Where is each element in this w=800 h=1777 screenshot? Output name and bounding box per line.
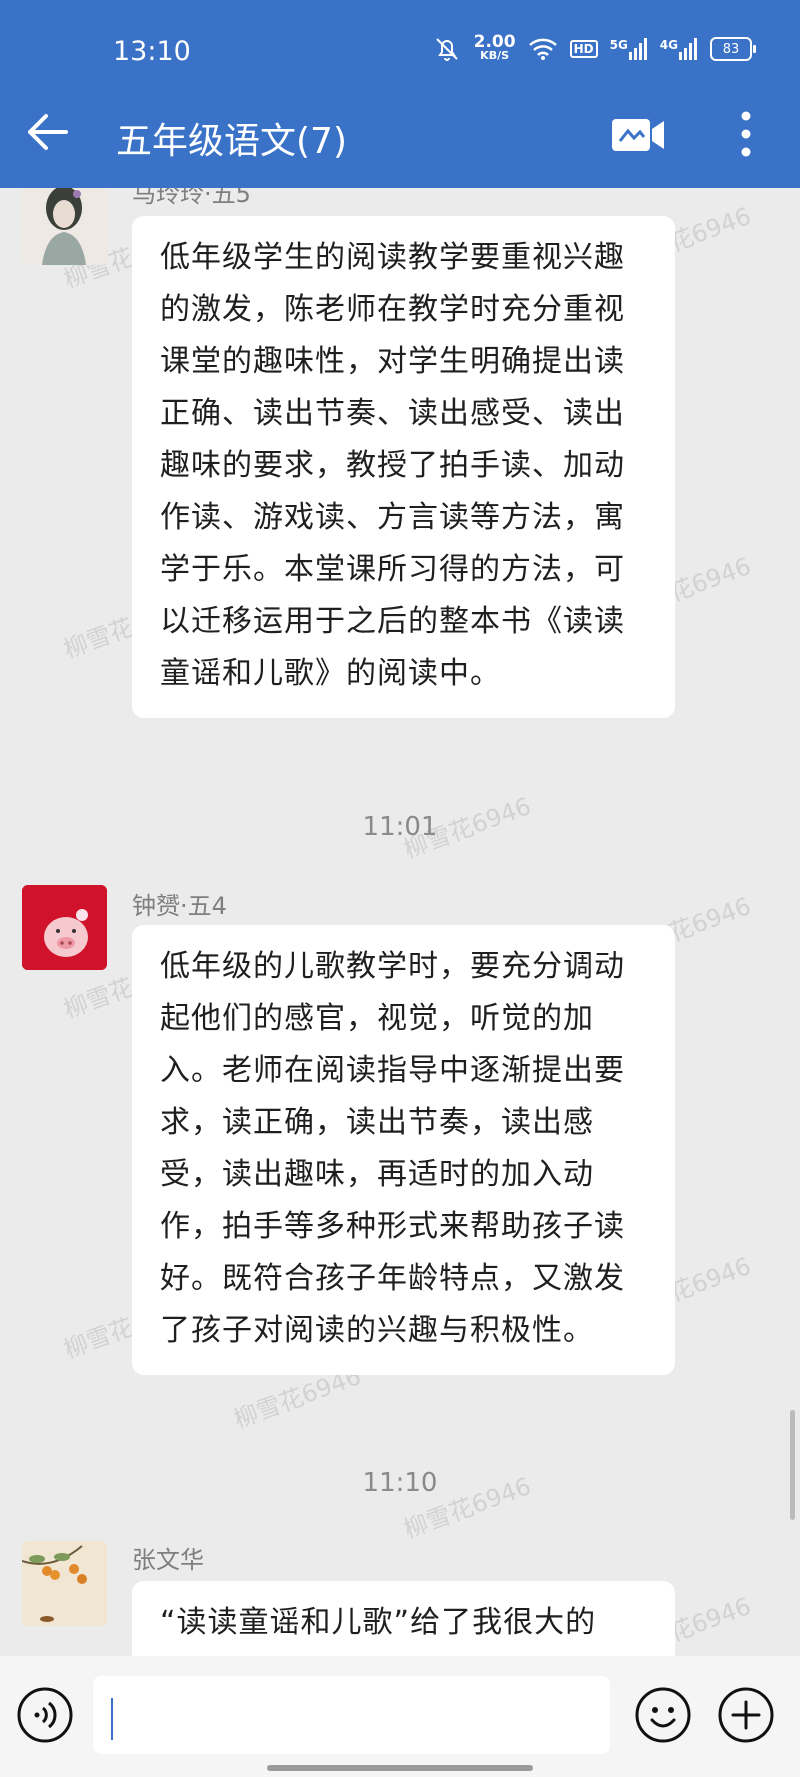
voice-input-button[interactable] — [16, 1686, 74, 1744]
text-caret — [111, 1698, 113, 1740]
status-time: 13:10 — [113, 36, 191, 67]
hd-badge: HD — [569, 40, 598, 58]
plus-icon — [718, 1687, 774, 1743]
net-speed-value: 2.00 — [473, 32, 516, 52]
more-actions-button[interactable] — [717, 1686, 775, 1744]
avatar-painting-icon — [22, 1541, 107, 1626]
more-vertical-icon — [741, 111, 751, 157]
signal-4g: 4G — [660, 38, 698, 60]
status-icons: 2.00 KB/S HD 5G 4G 83 — [432, 32, 756, 64]
scrollbar[interactable] — [790, 1410, 795, 1520]
app-header: 13:10 2.00 KB/S HD 5G 4G 83 五年级语文(7) — [0, 0, 800, 188]
sender-name: 张文华 — [132, 1546, 204, 1574]
time-separator: 11:01 — [362, 812, 438, 842]
wifi-icon — [528, 37, 558, 61]
message-bubble[interactable]: 低年级的儿歌教学时，要充分调动起他们的感官，视觉，听觉的加入。老师在阅读指导中逐… — [132, 925, 675, 1375]
signal-bars-icon — [628, 38, 647, 60]
avatar-pig-icon — [22, 885, 107, 970]
emoji-button[interactable] — [634, 1686, 692, 1744]
sender-name: 钟赟·五4 — [132, 892, 227, 920]
more-options-button[interactable] — [734, 110, 758, 158]
signal-5g: 5G — [610, 38, 648, 60]
arrow-left-icon — [28, 114, 68, 150]
video-call-button[interactable] — [612, 117, 664, 153]
avatar[interactable] — [22, 885, 107, 970]
net-speed-unit: KB/S — [480, 49, 510, 62]
chat-title: 五年级语文(7) — [116, 121, 347, 162]
mute-bell-icon — [432, 34, 462, 64]
avatar-illustration-icon — [22, 188, 107, 265]
battery-icon: 83 — [710, 37, 756, 61]
signal-5g-label: 5G — [609, 38, 628, 52]
voice-icon — [17, 1687, 73, 1743]
avatar[interactable] — [22, 1541, 107, 1626]
home-indicator[interactable] — [267, 1765, 533, 1771]
message-input[interactable] — [93, 1676, 610, 1754]
battery-level: 83 — [722, 41, 740, 57]
net-speed: 2.00 KB/S — [473, 32, 516, 63]
time-separator: 11:10 — [362, 1468, 438, 1498]
signal-bars-icon — [679, 38, 697, 60]
message-input-bar — [0, 1656, 800, 1777]
chat-message-list[interactable]: 柳雪花6946 柳雪花6946 柳雪花6946 柳雪花6946 柳雪花6946 … — [0, 188, 800, 1656]
signal-4g-label: 4G — [659, 38, 678, 52]
message-bubble[interactable]: 低年级学生的阅读教学要重视兴趣的激发，陈老师在教学时充分重视课堂的趣味性，对学生… — [132, 216, 675, 718]
sender-name: 马玲玲·五5 — [132, 188, 251, 208]
video-camera-icon — [612, 119, 664, 151]
back-button[interactable] — [26, 110, 70, 154]
message-bubble[interactable]: “读读童谣和儿歌”给了我很大的 — [132, 1581, 675, 1656]
avatar[interactable] — [22, 188, 107, 265]
smiley-icon — [635, 1687, 691, 1743]
